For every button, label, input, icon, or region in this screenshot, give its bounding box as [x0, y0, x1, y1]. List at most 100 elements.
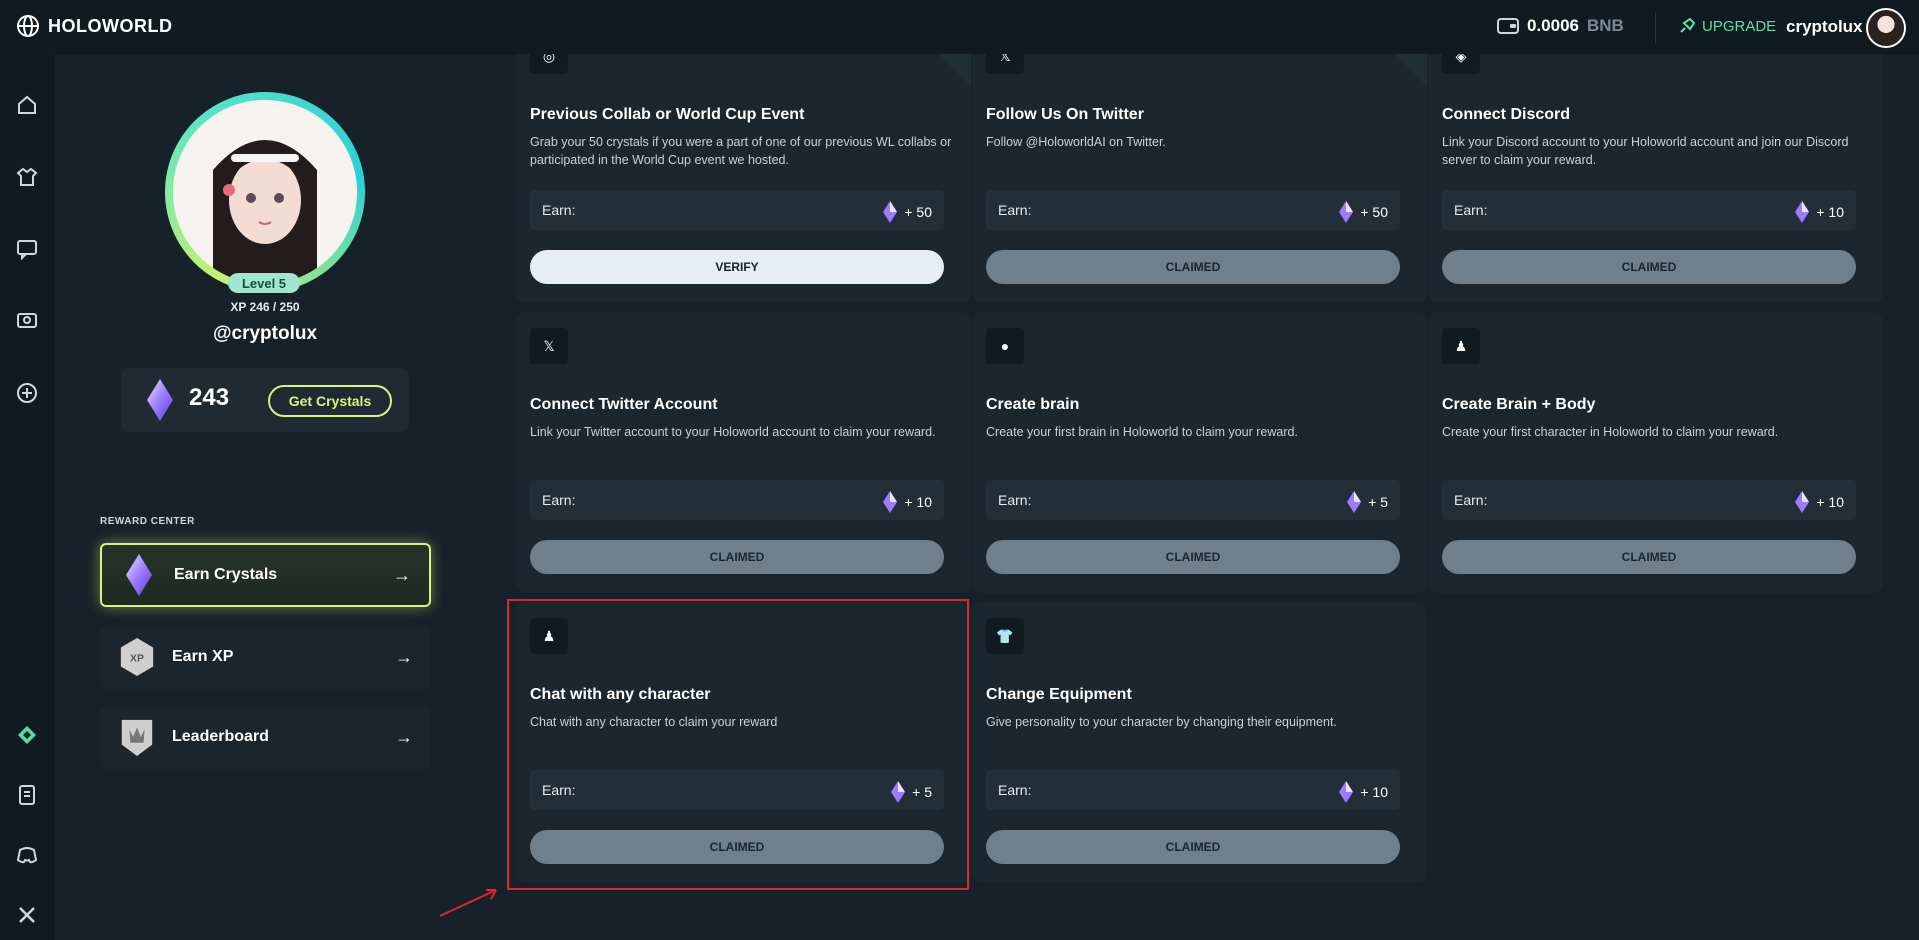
- earn-row: Earn: + 5: [986, 480, 1400, 520]
- task-card-collab: ◎ NEW Previous Collab or World Cup Event…: [516, 22, 971, 303]
- x-icon[interactable]: [14, 902, 40, 928]
- claimed-button[interactable]: CLAIMED: [1442, 250, 1856, 284]
- studio-icon[interactable]: [14, 308, 40, 334]
- crystal-gem-icon: [146, 378, 174, 427]
- level-badge: Level 5: [228, 273, 300, 293]
- svg-text:XP: XP: [130, 654, 144, 665]
- earn-row: Earn: + 10: [1442, 480, 1856, 520]
- top-bar: HOLOWORLD 0.0006 BNB UPGRADE cryptolux: [0, 0, 1919, 54]
- claimed-button[interactable]: CLAIMED: [986, 540, 1400, 574]
- rocket-icon: [1680, 17, 1696, 33]
- earn-value: + 50: [882, 200, 932, 224]
- card-description: Create your first brain in Holoworld to …: [986, 425, 1298, 439]
- task-card-change-equipment: 👕 Change Equipment Give personality to y…: [972, 602, 1427, 883]
- avatar[interactable]: [1866, 8, 1906, 48]
- logo-text: HOLOWORLD: [48, 15, 173, 36]
- earn-value: + 10: [1794, 200, 1844, 224]
- crystal-gem-icon: [1795, 201, 1810, 223]
- task-card-discord: ◈ Connect Discord Link your Discord acco…: [1428, 22, 1883, 303]
- card-title: Previous Collab or World Cup Event: [530, 106, 805, 123]
- crystal-count: 243: [189, 384, 230, 411]
- logo-icon: [17, 15, 39, 37]
- crystal-gem-icon: [1795, 491, 1810, 513]
- earn-amount: + 10: [1360, 784, 1388, 800]
- earn-label: Earn:: [1454, 202, 1488, 218]
- claimed-button[interactable]: CLAIMED: [986, 830, 1400, 864]
- claimed-button[interactable]: CLAIMED: [530, 540, 944, 574]
- upgrade-label: UPGRADE: [1702, 17, 1777, 35]
- outfit-icon[interactable]: [14, 164, 40, 190]
- earn-amount: + 50: [904, 204, 932, 220]
- arrow-right-icon: →: [395, 726, 413, 747]
- menu-label: Earn XP: [172, 648, 234, 665]
- earn-value: + 10: [1794, 490, 1844, 514]
- earn-row: Earn: + 50: [530, 190, 944, 230]
- wallet-balance[interactable]: 0.0006 BNB: [1497, 16, 1624, 36]
- earn-amount: + 10: [1816, 494, 1844, 510]
- arrow-right-icon: →: [395, 646, 413, 667]
- brain-icon: ●: [986, 328, 1024, 364]
- claimed-button[interactable]: CLAIMED: [1442, 540, 1856, 574]
- card-description: Give personality to your character by ch…: [986, 715, 1337, 729]
- left-rail: [0, 54, 55, 940]
- task-card-follow-twitter: 𝕏 NEW Follow Us On Twitter Follow @Holow…: [972, 22, 1427, 303]
- discord-icon[interactable]: [14, 842, 40, 868]
- earn-label: Earn:: [542, 492, 576, 508]
- xp-badge-icon: XP: [118, 635, 156, 679]
- card-description: Grab your 50 crystals if you were a part…: [530, 135, 952, 167]
- profile-handle: @cryptolux: [212, 323, 318, 344]
- earn-amount: + 10: [1816, 204, 1844, 220]
- verify-button[interactable]: VERIFY: [530, 250, 944, 284]
- menu-earn-crystals[interactable]: Earn Crystals →: [100, 543, 431, 607]
- crystal-gem-icon: [883, 491, 898, 513]
- get-crystals-button[interactable]: Get Crystals: [268, 385, 392, 417]
- task-card-connect-twitter: 𝕏 Connect Twitter Account Link your Twit…: [516, 312, 971, 593]
- person-icon: ♟: [1442, 328, 1480, 364]
- earn-amount: + 10: [904, 494, 932, 510]
- crystal-gem-icon: [1339, 781, 1354, 803]
- trophy-shield-icon: [118, 715, 156, 759]
- earn-amount: + 5: [1368, 494, 1388, 510]
- card-description: Link your Twitter account to your Holowo…: [530, 425, 936, 439]
- card-description: Follow @HoloworldAI on Twitter.: [986, 135, 1166, 149]
- header-divider: [1655, 12, 1656, 44]
- x-icon: 𝕏: [530, 328, 568, 364]
- card-title: Follow Us On Twitter: [986, 106, 1144, 123]
- earn-label: Earn:: [542, 202, 576, 218]
- arrow-right-icon: →: [393, 564, 411, 585]
- avatar-image: [173, 100, 357, 284]
- earn-label: Earn:: [998, 782, 1032, 798]
- logo[interactable]: HOLOWORLD: [16, 14, 172, 38]
- crystal-icon[interactable]: [14, 722, 40, 748]
- earn-row: Earn: + 10: [530, 480, 944, 520]
- docs-icon[interactable]: [14, 782, 40, 808]
- reward-center-title: REWARD CENTER: [100, 516, 195, 527]
- add-icon[interactable]: [14, 380, 40, 406]
- chat-icon[interactable]: [14, 236, 40, 262]
- card-title: Create brain: [986, 396, 1080, 413]
- menu-leaderboard[interactable]: Leaderboard →: [100, 705, 431, 769]
- earn-label: Earn:: [1454, 492, 1488, 508]
- header-username[interactable]: cryptolux: [1786, 17, 1863, 37]
- earn-amount: + 50: [1360, 204, 1388, 220]
- card-title: Connect Discord: [1442, 106, 1571, 123]
- claimed-button[interactable]: CLAIMED: [986, 250, 1400, 284]
- earn-value: + 10: [882, 490, 932, 514]
- crystal-gem-icon: [1347, 491, 1362, 513]
- menu-label: Leaderboard: [172, 728, 269, 745]
- earn-row: Earn: + 10: [986, 770, 1400, 810]
- earn-label: Earn:: [998, 492, 1032, 508]
- upgrade-button[interactable]: UPGRADE: [1678, 17, 1776, 35]
- card-description: Link your Discord account to your Holowo…: [1442, 135, 1849, 167]
- red-arrow-icon: [439, 889, 497, 917]
- task-card-brain-body: ♟ Create Brain + Body Create your first …: [1428, 312, 1883, 593]
- wallet-amount: 0.0006: [1527, 16, 1579, 35]
- card-title: Connect Twitter Account: [530, 396, 718, 413]
- earn-row: Earn: + 10: [1442, 190, 1856, 230]
- earn-value: + 50: [1338, 200, 1388, 224]
- earn-label: Earn:: [998, 202, 1032, 218]
- home-icon[interactable]: [14, 92, 40, 118]
- menu-earn-xp[interactable]: XP Earn XP →: [100, 625, 431, 689]
- earn-row: Earn: + 50: [986, 190, 1400, 230]
- card-title: Create Brain + Body: [1442, 396, 1596, 413]
